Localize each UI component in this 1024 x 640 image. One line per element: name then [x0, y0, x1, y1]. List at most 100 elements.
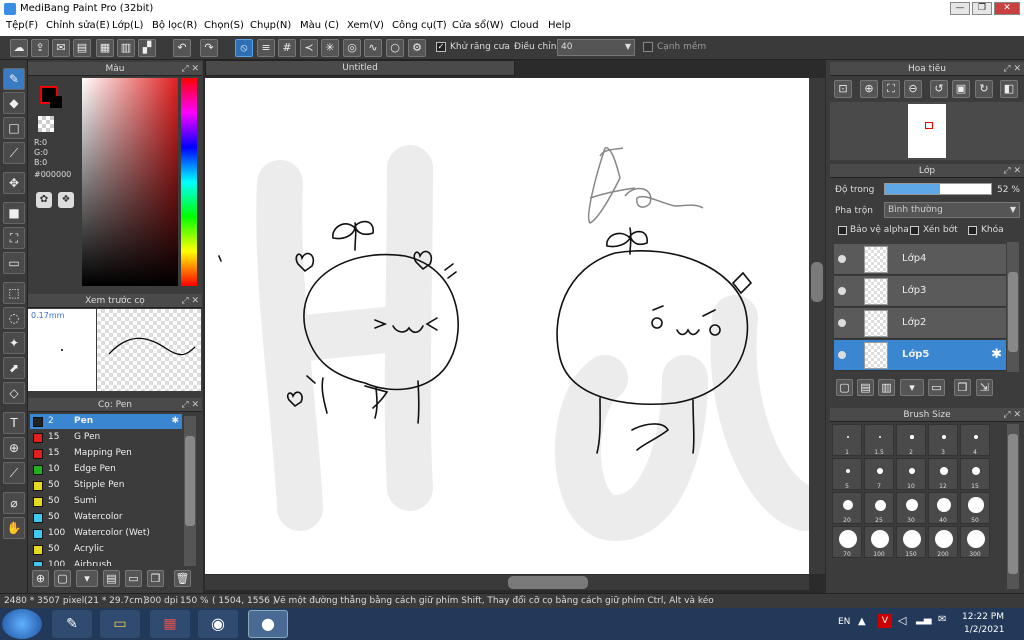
- clock-date[interactable]: 1/2/2021: [964, 625, 1004, 635]
- brush-size-cell-40[interactable]: 40: [928, 492, 958, 524]
- blend-mode-dropdown[interactable]: Bình thường ▼: [884, 202, 1020, 218]
- canvas-vertical-scrollbar[interactable]: [809, 78, 825, 574]
- eyedropper-tool-icon[interactable]: ⌀: [3, 492, 25, 514]
- brush-settings-icon[interactable]: ▤: [103, 570, 120, 587]
- lasso-tool-icon[interactable]: ◌: [3, 307, 25, 329]
- panel-close-icon[interactable]: ⤢ ✕: [181, 398, 199, 412]
- brush-size-cell-50[interactable]: 50: [960, 492, 990, 524]
- brush-size-cell-25[interactable]: 25: [864, 492, 894, 524]
- brush-size-cell-1-5[interactable]: 1.5: [864, 424, 894, 456]
- brush-size-cell-300[interactable]: 300: [960, 526, 990, 558]
- menu-layer[interactable]: Lớp(L): [112, 18, 143, 31]
- undo-icon[interactable]: ↶: [173, 39, 191, 57]
- brush-size-cell-2[interactable]: 2: [896, 424, 926, 456]
- grid-snap-icon[interactable]: #: [278, 39, 296, 57]
- drawing-canvas[interactable]: [205, 78, 809, 574]
- menu-window[interactable]: Cửa sổ(W): [452, 18, 504, 31]
- minimize-button[interactable]: —: [950, 2, 970, 15]
- merge-layer-icon[interactable]: ⇲: [976, 379, 993, 396]
- adjust-dropdown[interactable]: 40 ▼: [557, 39, 635, 56]
- cloud-icon[interactable]: ☁: [10, 39, 28, 57]
- scrollbar-thumb[interactable]: [1008, 434, 1018, 574]
- operation-tool-icon[interactable]: ⊕: [3, 437, 25, 459]
- smooth-edge-checkbox[interactable]: [643, 42, 653, 52]
- text-tool-icon[interactable]: T: [3, 412, 25, 434]
- menu-edit[interactable]: Chỉnh sửa(E): [46, 18, 110, 31]
- brush-size-cell-30[interactable]: 30: [896, 492, 926, 524]
- layer-row-Lớp4[interactable]: Lớp4: [834, 244, 1006, 275]
- duplicate-brush-icon[interactable]: ❐: [147, 570, 164, 587]
- redo-icon[interactable]: ↷: [200, 39, 218, 57]
- brush-item-sumi[interactable]: 50 Sumi: [30, 494, 182, 509]
- network-icon[interactable]: ▂▄: [916, 614, 931, 625]
- new-brush-icon[interactable]: ▢: [54, 570, 71, 587]
- brush-size-cell-100[interactable]: 100: [864, 526, 894, 558]
- paint-app-icon[interactable]: ✎: [52, 610, 92, 638]
- hand-tool-icon[interactable]: ✋: [3, 517, 25, 539]
- radial-snap-icon[interactable]: ✳: [321, 39, 339, 57]
- menu-file[interactable]: Tệp(F): [6, 18, 38, 31]
- horizontal-scroll-thumb[interactable]: [508, 576, 588, 589]
- close-button[interactable]: ✕: [994, 2, 1020, 15]
- scrollbar-thumb[interactable]: [1008, 272, 1018, 352]
- bucket-tool-icon[interactable]: ⛶: [3, 227, 25, 249]
- brush-item-mapping-pen[interactable]: 15 Mapping Pen: [30, 446, 182, 461]
- brush-size-scrollbar[interactable]: [1007, 424, 1019, 589]
- brush-size-cell-150[interactable]: 150: [896, 526, 926, 558]
- antivirus-icon[interactable]: V: [878, 614, 892, 628]
- explorer-icon[interactable]: ▭: [100, 610, 140, 638]
- menu-cloud[interactable]: Cloud: [510, 18, 539, 31]
- brush-menu-icon[interactable]: ▾: [76, 570, 98, 587]
- background-color-swatch[interactable]: [50, 96, 62, 108]
- divide-tool-icon[interactable]: ⟋: [3, 462, 25, 484]
- antialias-checkbox[interactable]: ✓: [436, 42, 446, 52]
- layer-row-Lớp2[interactable]: Lớp2: [834, 308, 1006, 339]
- brush-item-stipple-pen[interactable]: 50 Stipple Pen: [30, 478, 182, 493]
- canvas-horizontal-scrollbar[interactable]: [205, 575, 809, 590]
- panel-close-icon[interactable]: ⤢ ✕: [1003, 62, 1021, 76]
- layer-row-Lớp5[interactable]: Lớp5 ✱: [834, 340, 1006, 371]
- move-tool-icon[interactable]: ✥: [3, 172, 25, 194]
- brush-size-cell-12[interactable]: 12: [928, 458, 958, 490]
- rotate-left-icon[interactable]: ↺: [930, 80, 948, 98]
- menu-help[interactable]: Help: [548, 18, 571, 31]
- gradient-tool-icon[interactable]: ▭: [3, 252, 25, 274]
- volume-icon[interactable]: ◁: [898, 614, 906, 627]
- panel-icon[interactable]: ▤: [73, 39, 91, 57]
- menu-view[interactable]: Xem(V): [347, 18, 384, 31]
- layer-list-scrollbar[interactable]: [1007, 242, 1019, 372]
- perspective-snap-icon[interactable]: ≺: [300, 39, 318, 57]
- new-1bit-layer-icon[interactable]: ▥: [878, 379, 895, 396]
- panel-close-icon[interactable]: ⤢ ✕: [181, 62, 199, 76]
- opacity-slider[interactable]: [884, 183, 992, 195]
- layer-row-Lớp3[interactable]: Lớp3: [834, 276, 1006, 307]
- visibility-icon[interactable]: [838, 287, 846, 295]
- store-icon[interactable]: ▦: [150, 610, 190, 638]
- brush-item-acrylic[interactable]: 50 Acrylic: [30, 542, 182, 557]
- new-layer-icon[interactable]: ▢: [836, 379, 853, 396]
- share-icon[interactable]: ⇪: [31, 39, 49, 57]
- visibility-icon[interactable]: [838, 319, 846, 327]
- brush-size-cell-3[interactable]: 3: [928, 424, 958, 456]
- saturation-value-picker[interactable]: [82, 78, 178, 286]
- menu-select[interactable]: Chọn(S): [204, 18, 244, 31]
- layer-menu-icon[interactable]: ▾: [900, 379, 924, 396]
- panel-close-icon[interactable]: ⤢ ✕: [1003, 164, 1021, 178]
- snap-off-icon[interactable]: ⦸: [235, 39, 253, 57]
- document-tab[interactable]: Untitled: [205, 60, 515, 76]
- lock-checkbox[interactable]: [968, 226, 977, 235]
- add-brush-icon[interactable]: ⊕: [32, 570, 49, 587]
- new-halftone-layer-icon[interactable]: ▤: [857, 379, 874, 396]
- brush-folder-icon[interactable]: ▭: [125, 570, 142, 587]
- delete-brush-icon[interactable]: 🗑: [174, 570, 191, 587]
- panel-close-icon[interactable]: ⤢ ✕: [181, 294, 199, 308]
- tiles-icon[interactable]: ▞: [138, 39, 156, 57]
- navigator-preview[interactable]: [830, 102, 1024, 160]
- reset-view-icon[interactable]: ▣: [952, 80, 970, 98]
- brush-size-cell-1[interactable]: 1: [832, 424, 862, 456]
- eraser-tool-icon[interactable]: ◆: [3, 92, 25, 114]
- clock-time[interactable]: 12:22 PM: [962, 612, 1004, 622]
- brush-size-cell-7[interactable]: 7: [864, 458, 894, 490]
- zoom-in-icon[interactable]: ⊕: [860, 80, 878, 98]
- rectangle-tool-icon[interactable]: □: [3, 117, 25, 139]
